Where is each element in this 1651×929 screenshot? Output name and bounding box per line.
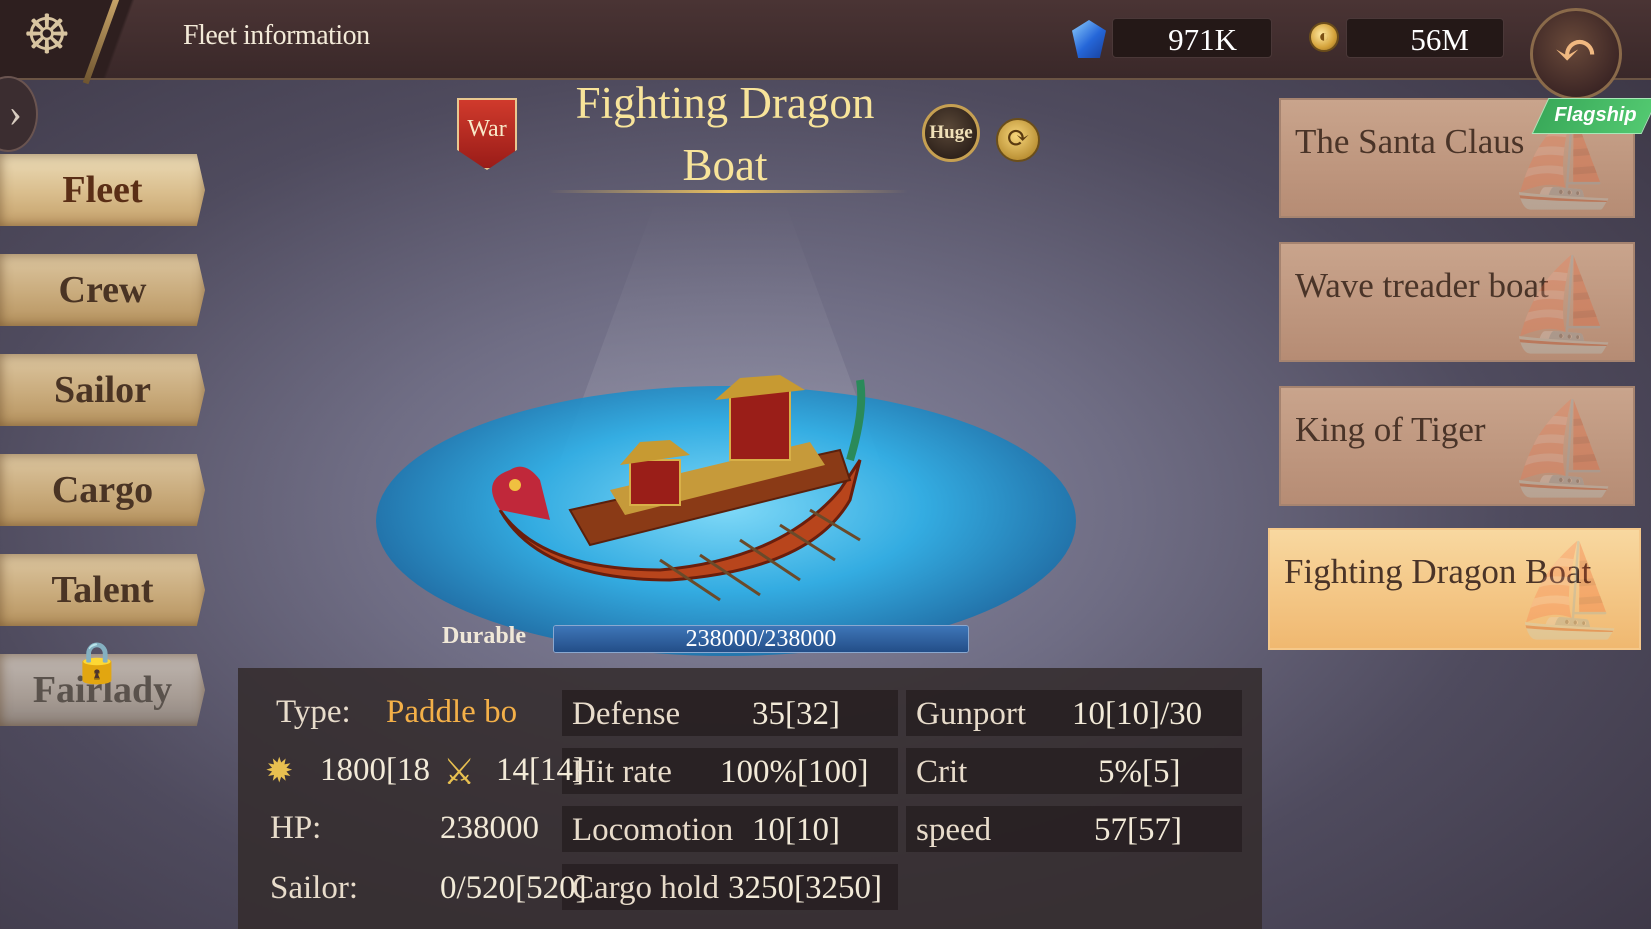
hitrate-label: Hit rate [572,754,672,790]
gem-value: 971K [1168,22,1237,57]
speed-label: speed [916,812,992,848]
ship-list-item[interactable]: Wave treader boat ⛵ [1279,242,1635,362]
type-value: Paddle bo [386,694,518,730]
cannon-icon: ✹ [265,753,294,790]
crossed-swords-icon: ⚔ [443,752,476,792]
gold-value: 56M [1410,22,1469,57]
tab-fleet[interactable]: Fleet [0,154,205,226]
tab-talent-label: Talent [51,569,154,611]
ship-list-name: The Santa Claus [1295,122,1525,161]
dragon-boat-image[interactable] [480,370,920,610]
durable-label: Durable [442,623,526,649]
expand-chevron-icon[interactable]: › [0,76,38,152]
tab-sailor[interactable]: Sailor [0,354,205,426]
locomotion-label: Locomotion [572,812,734,848]
speed-value: 57[57] [1094,812,1182,848]
hitrate-value: 100%[100] [720,754,869,790]
crit-value: 5%[5] [1098,754,1181,790]
page-title: Fleet information [183,20,370,51]
locomotion-value: 10[10] [752,812,840,848]
ship-list-name: King of Tiger [1295,410,1486,449]
back-arrow-icon: ↶ [1554,23,1598,80]
war-badge-label: War [467,116,507,142]
hp-label: HP: [270,810,322,846]
top-bar: ☸ Fleet information 971K ◐ 56M [0,0,1651,80]
back-button[interactable]: ↶ [1530,8,1622,100]
tab-talent[interactable]: Talent [0,554,205,626]
ship-list-item[interactable]: King of Tiger ⛵ [1279,386,1635,506]
ship-list-item-selected[interactable]: Fighting Dragon Boat ⛵ [1268,528,1641,650]
cargo-label: Cargo hold [572,870,719,906]
title-divider [548,190,908,193]
ship-silhouette-icon: ⛵ [1512,542,1626,641]
tab-cargo[interactable]: Cargo [0,454,205,526]
tab-cargo-label: Cargo [51,469,154,511]
size-badge: Huge [922,104,980,162]
war-class-badge: War [457,98,517,170]
ship-name-title: Fighting Dragon Boat [575,78,875,190]
cannon-value: 1800[18 [320,752,430,788]
tab-fleet-label: Fleet [62,169,143,211]
gold-counter: 56M [1346,18,1504,58]
gold-coin-icon: ◐ [1309,22,1339,52]
swap-icon[interactable]: ⟳ [996,118,1040,162]
ship-silhouette-icon: ⛵ [1506,256,1620,355]
gem-counter: 971K [1112,18,1272,58]
defense-label: Defense [572,696,681,732]
gunport-value: 10[10]/30 [1072,696,1203,732]
gunport-label: Gunport [916,696,1026,732]
blue-gem-icon [1072,20,1106,58]
tab-sailor-label: Sailor [53,369,152,411]
type-label: Type: [276,694,351,730]
size-badge-label: Huge [929,122,973,143]
tab-crew-label: Crew [58,269,147,311]
defense-value: 35[32] [752,696,840,732]
ship-wheel-icon[interactable]: ☸ [18,6,76,64]
flagship-label: Flagship [1554,104,1637,126]
sailor-label: Sailor: [270,870,358,906]
cargo-value: 3250[3250] [728,870,882,906]
sailor-value: 0/520[520] [440,870,587,906]
tab-crew[interactable]: Crew [0,254,205,326]
hp-value: 238000 [440,810,539,846]
flagship-badge: Flagship [1531,98,1651,134]
melee-value: 14[14] [496,752,584,788]
ship-silhouette-icon: ⛵ [1506,400,1620,499]
lock-icon: 🔒 [72,640,122,685]
crit-label: Crit [916,754,968,790]
durable-value: 238000/238000 [685,626,837,652]
durable-bar: 238000/238000 [553,625,969,653]
